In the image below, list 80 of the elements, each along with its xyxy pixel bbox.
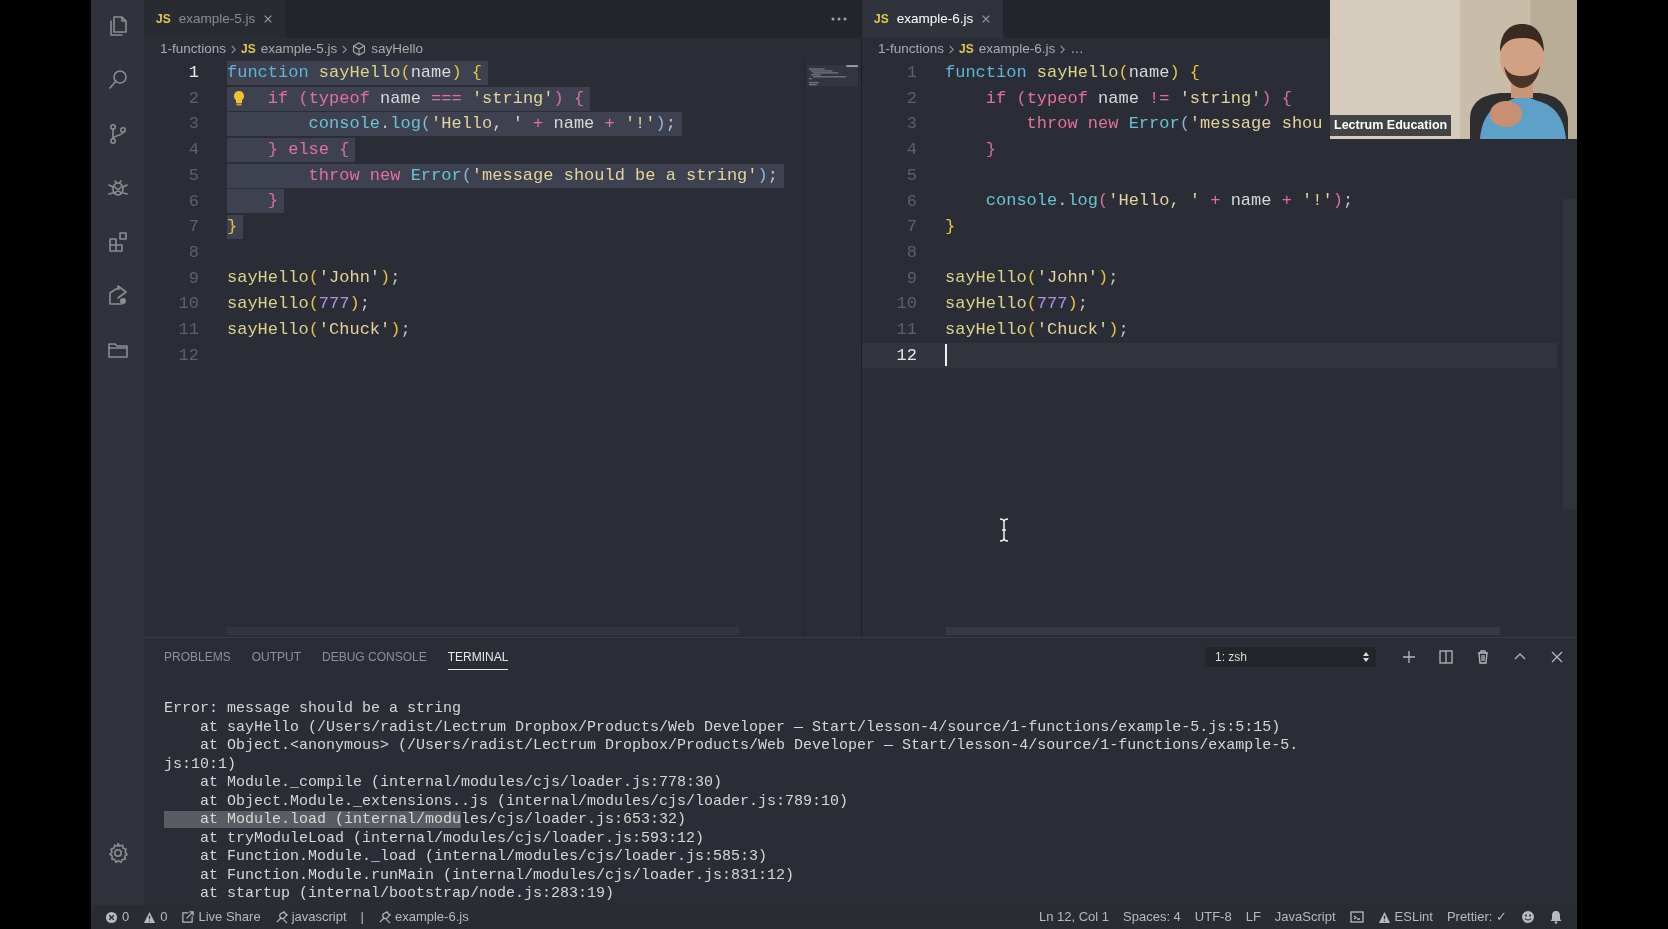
close-icon[interactable] (981, 14, 992, 24)
code-line: sayHello(777); (945, 293, 1089, 316)
status-item[interactable]: LF (1245, 907, 1261, 927)
warning-icon (143, 910, 157, 924)
status-item[interactable]: Spaces: 4 (1123, 907, 1181, 927)
code-line: } (945, 215, 957, 238)
terminal-line: at sayHello (/Users/radist/Lectrum Dropbox/Products/Web Developer — Start/lesson-4/source/1-functions/example-5.js:5:15) (199, 718, 1282, 737)
chevron-icon (948, 43, 956, 55)
terminal-line: at Object.Module._extensions..js (internal/modules/cjs/loader.js:789:10) (199, 792, 850, 811)
breadcrumb-item[interactable]: JS example-5.js (241, 38, 338, 60)
vertical-scrollbar[interactable] (1563, 199, 1577, 509)
warning-icon (1377, 910, 1391, 924)
terminal-line: at Function.Module.runMain (internal/modules/cjs/loader.js:831:12) (199, 866, 796, 885)
smiley-icon[interactable] (1521, 910, 1535, 924)
cube-icon (352, 42, 367, 56)
share-icon (181, 910, 195, 924)
code-line: } (984, 138, 997, 161)
terminal-line: at Function.Module._load (internal/modules/cjs/loader.js:585:3) (199, 848, 769, 867)
breadcrumb-item[interactable]: 1-functions (878, 38, 945, 60)
status-item[interactable]: example-6.js (377, 907, 469, 927)
status-item[interactable]: 0 (105, 907, 130, 927)
close-icon[interactable] (1549, 649, 1565, 665)
terminal-line: at Module._compile (internal/modules/cjs/loader.js:778:30) (199, 774, 724, 793)
code-line: sayHello('Chuck'); (945, 318, 1130, 341)
terminal-line: at startup (internal/bootstrap/node.js:283:19) (199, 885, 616, 904)
panel-tab[interactable]: OUTPUT (251, 644, 302, 670)
terminal-line: at Module.load (internal/modules/cjs/loader.js:653:32) (164, 811, 1577, 830)
editor-tab[interactable]: JS example-5.js (144, 0, 286, 38)
js-file-icon: JS (241, 40, 256, 58)
code-line: throw new Error('message shou (1025, 113, 1324, 136)
chevron-icon (1059, 43, 1067, 55)
js-file-icon: JS (959, 40, 974, 58)
close-icon[interactable] (263, 14, 274, 24)
status-item[interactable]: 0 (143, 907, 168, 927)
bell-icon[interactable] (1549, 910, 1563, 924)
editor-tab[interactable]: JS example-6.js (862, 0, 1004, 38)
chevron-icon (230, 43, 238, 55)
line-number: 1 (187, 62, 199, 85)
chevron-icon (341, 43, 349, 55)
line-number: 12 (895, 344, 917, 367)
status-item[interactable]: Prettier: ✓ (1446, 907, 1507, 927)
terminal-line: at tryModuleLoad (internal/modules/cjs/loader.js:593:12) (199, 829, 706, 848)
breadcrumb-item[interactable]: sayHello (352, 38, 424, 60)
breadcrumb-item[interactable]: 1-functions (160, 38, 227, 60)
trash-icon[interactable] (1475, 649, 1491, 665)
terminal-line: at Object.<anonymous> (/Users/radist/Lectrum Dropbox/Products/Web Developer — Start/lesson-4/source/1-functions/example-5. (199, 737, 1300, 756)
code-line: console.log('Hello, ' + name + '!'); (984, 190, 1355, 213)
separator-text: | (360, 908, 364, 927)
breadcrumb-item[interactable]: JS example-6.js (959, 38, 1056, 60)
error-icon (105, 910, 118, 924)
panel-tab[interactable]: DEBUG CONSOLE (322, 644, 427, 670)
code-line: sayHello('John'); (227, 267, 402, 290)
status-item[interactable]: Ln 12, Col 1 (1038, 907, 1109, 927)
status-item[interactable]: JavaScript (1274, 907, 1336, 927)
code-line: sayHello('Chuck'); (227, 318, 412, 341)
terminal-icon[interactable] (1349, 910, 1364, 924)
code-line: sayHello(777); (227, 293, 371, 316)
panel-tab[interactable]: PROBLEMS (164, 644, 231, 670)
more-icon[interactable] (831, 17, 847, 21)
code-line: if (typeof name != 'string') { (984, 87, 1293, 110)
video-caption: Lectrum Education (1330, 115, 1452, 136)
split-icon[interactable] (1438, 649, 1454, 665)
js-file-icon: JS (874, 10, 889, 28)
text-cursor (945, 344, 947, 367)
terminal-line: js:10:1) (164, 755, 237, 774)
terminal-line: Error: message should be a string (164, 700, 463, 719)
code-line: function sayHello(name) { (945, 61, 1202, 84)
status-item[interactable]: Live Share (181, 907, 261, 927)
lightbulb-icon[interactable] (233, 89, 245, 106)
terminal-select[interactable]: 1: zsh (1205, 647, 1376, 667)
plus-icon[interactable] (1401, 649, 1417, 665)
updown-icon (1362, 651, 1370, 663)
status-item[interactable]: ESLint (1377, 907, 1433, 927)
js-file-icon: JS (156, 10, 171, 28)
status-item[interactable]: UTF-8 (1194, 907, 1232, 927)
code-line: sayHello('John'); (945, 267, 1120, 290)
breadcrumb-item[interactable]: … (1070, 38, 1084, 60)
panel-tab[interactable]: TERMINAL (447, 644, 509, 670)
status-item[interactable]: javascript (274, 907, 347, 927)
text-cursor-icon (999, 518, 1009, 542)
